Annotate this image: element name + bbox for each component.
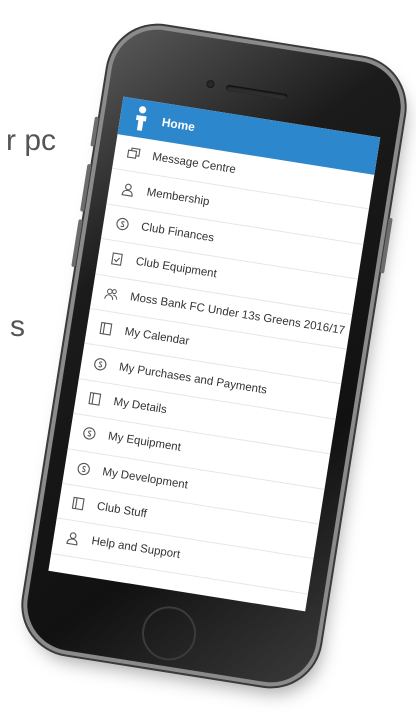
- menu-item-label: Help and Support: [90, 535, 181, 562]
- book-icon: [87, 391, 103, 407]
- volume-down-button: [71, 219, 83, 268]
- book-icon: [70, 496, 86, 512]
- team-icon: [103, 286, 119, 302]
- menu-item-label: Club Equipment: [134, 256, 218, 281]
- menu-item-label: Membership: [145, 186, 211, 208]
- menu-item-label: Club Stuff: [96, 500, 148, 521]
- phone-screen: Home Message Centre Membership Club Financ…: [48, 96, 381, 612]
- person-icon: [65, 531, 81, 547]
- earpiece-speaker: [225, 84, 288, 101]
- messages-icon: [126, 146, 142, 162]
- person-icon: [120, 181, 136, 197]
- navigation-menu: Message Centre Membership Club Finances Clu…: [51, 134, 375, 595]
- menu-item-label: Message Centre: [151, 151, 237, 177]
- power-button: [380, 217, 393, 274]
- home-button: [138, 602, 200, 665]
- menu-item-label: Club Finances: [140, 221, 215, 245]
- stage: r pc s Home Message Centre Membership Club…: [0, 0, 416, 726]
- person-logo-icon: [123, 98, 159, 140]
- menu-item-label: My Equipment: [107, 430, 182, 455]
- clipboard-check-icon: [109, 251, 125, 267]
- menu-item-label: My Details: [112, 395, 168, 417]
- menu-item-label: My Development: [101, 465, 189, 492]
- phone-device: Home Message Centre Membership Club Financ…: [20, 23, 408, 689]
- menu-item-label: My Calendar: [123, 325, 191, 348]
- background-text-1: r pc: [6, 124, 57, 157]
- header-title: Home: [160, 115, 196, 135]
- book-icon: [98, 321, 114, 337]
- volume-up-button: [79, 163, 92, 212]
- background-text-2: s: [10, 310, 25, 343]
- coin-icon: [115, 216, 131, 232]
- coin-icon: [92, 356, 108, 372]
- mute-switch: [90, 116, 99, 147]
- coin-icon: [81, 426, 97, 442]
- coin-icon: [76, 461, 92, 477]
- front-camera: [205, 79, 216, 89]
